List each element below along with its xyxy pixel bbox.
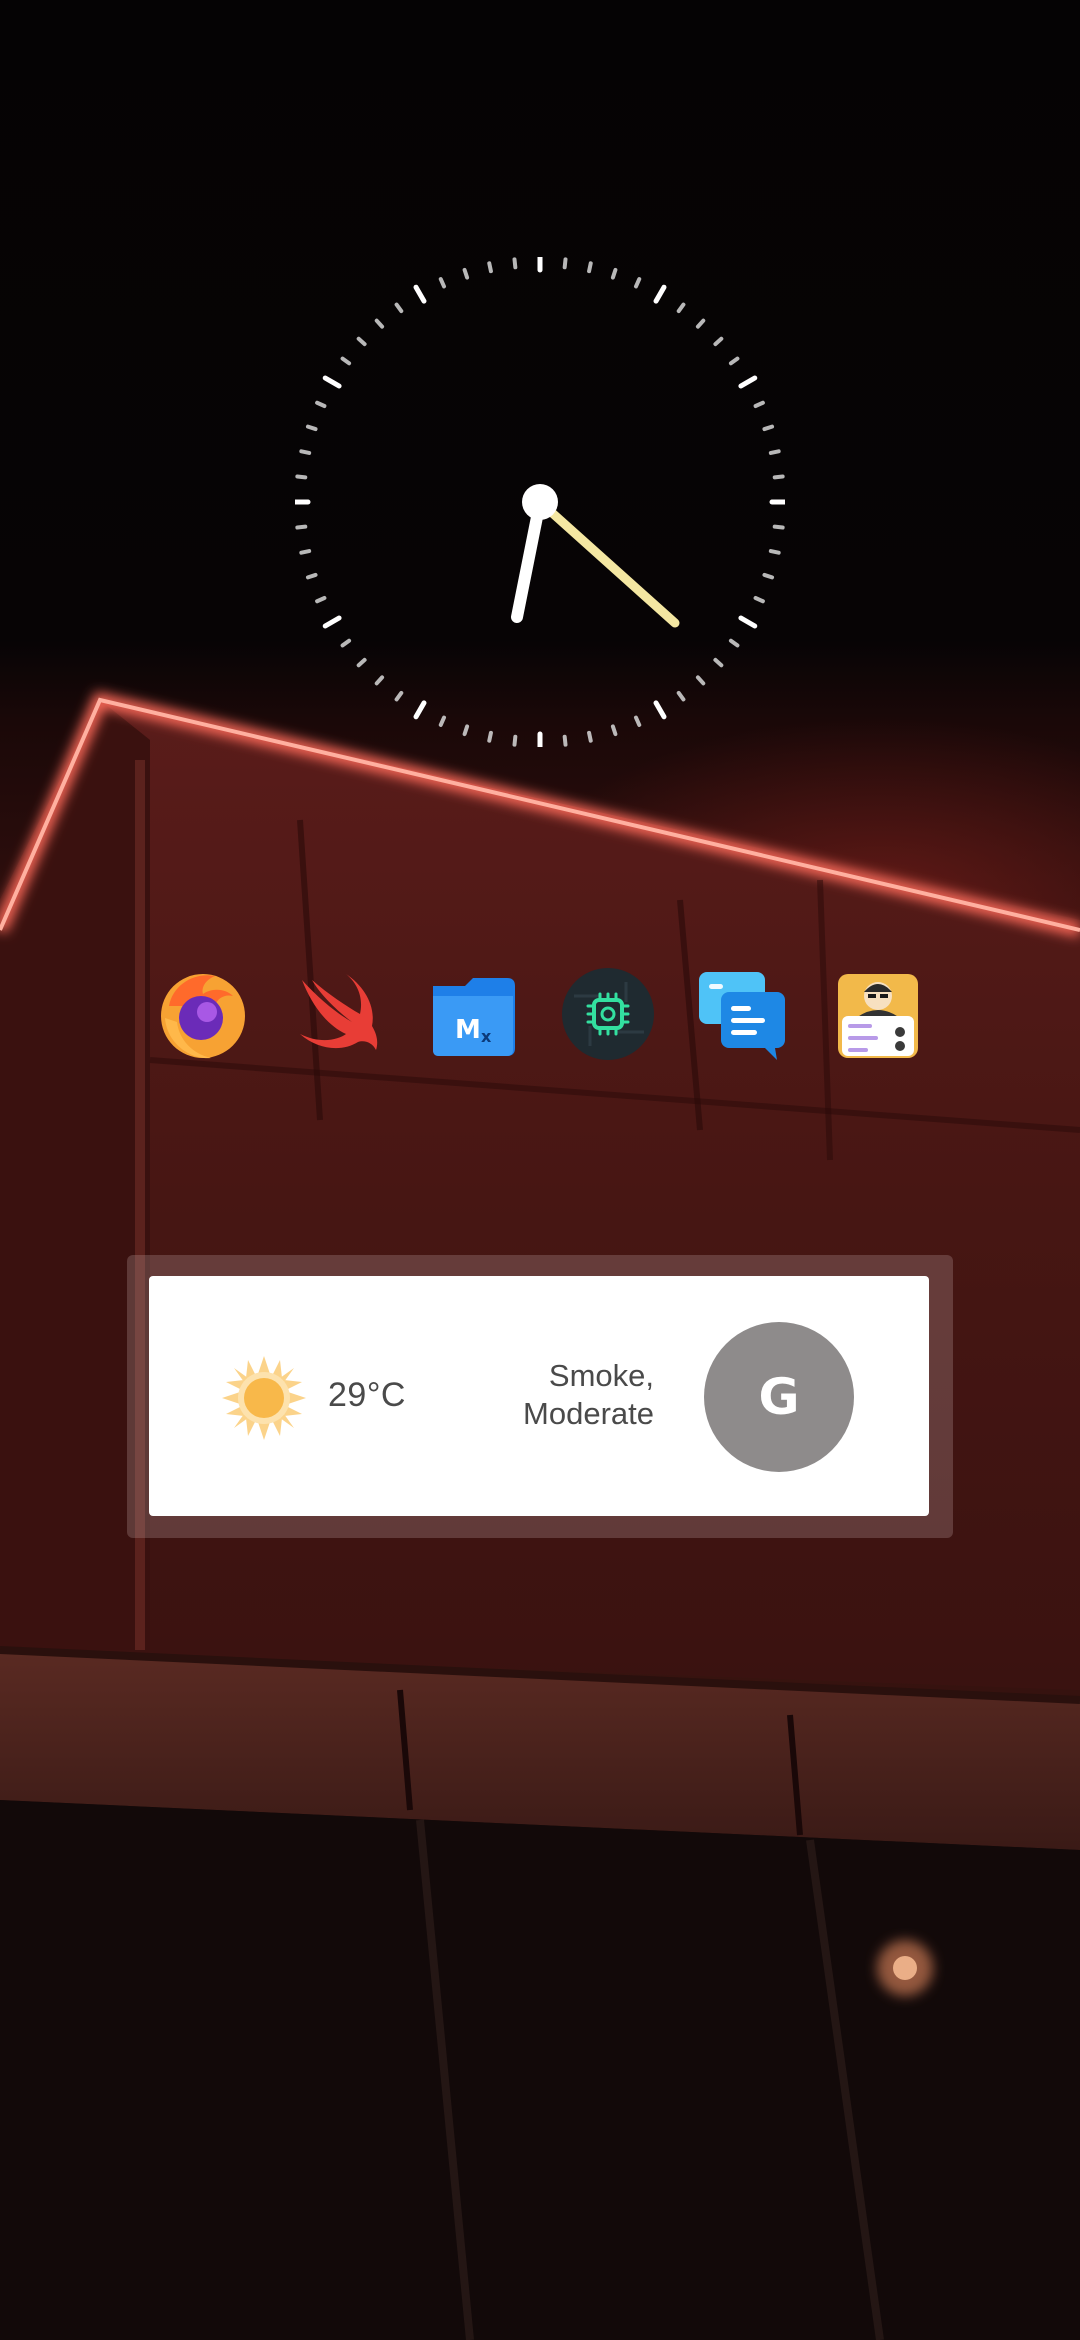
clock-minute-tick (305, 424, 318, 432)
clock-minute-tick (768, 449, 781, 455)
clock-minute-tick (462, 724, 470, 737)
analog-clock[interactable] (289, 251, 791, 753)
clock-minute-tick (394, 302, 404, 314)
clock-minute-hand (535, 497, 680, 628)
clock-minute-tick (633, 277, 642, 289)
clock-minute-tick (753, 595, 765, 604)
condition-line-1: Smoke, (548, 1358, 654, 1393)
firefox-nightly-icon[interactable] (155, 966, 251, 1062)
profile-checklist-icon[interactable] (830, 966, 926, 1062)
clock-minute-tick (340, 638, 352, 648)
clock-minute-tick (512, 257, 518, 270)
clock-hour-tick (322, 375, 342, 389)
clock-minute-tick (374, 318, 385, 329)
clock-minute-tick (728, 638, 740, 648)
clock-minute-tick (676, 302, 686, 314)
clock-minute-tick (610, 724, 618, 737)
clock-minute-tick (713, 336, 724, 347)
clock-minute-tick (356, 336, 367, 347)
clock-face (289, 251, 791, 753)
sun-icon (222, 1356, 306, 1440)
clock-minute-tick (695, 675, 706, 686)
clock-minute-tick (587, 261, 593, 274)
svg-text:x: x (481, 1027, 492, 1046)
chat-bubbles-icon[interactable] (695, 966, 791, 1062)
air-quality-label: Smoke, Moderate (414, 1357, 654, 1433)
clock-minute-tick (753, 400, 765, 409)
clock-minute-tick (487, 730, 493, 743)
clock-minute-tick (487, 261, 493, 274)
clock-minute-tick (562, 734, 568, 747)
clock-minute-tick (695, 318, 706, 329)
google-search-button[interactable]: G (704, 1322, 854, 1472)
clock-minute-tick (438, 715, 447, 727)
clock-minute-tick (315, 595, 327, 604)
clock-minute-tick (772, 524, 785, 530)
clock-minute-tick (762, 424, 775, 432)
clock-minute-tick (633, 715, 642, 727)
clock-minute-tick (394, 690, 404, 702)
clock-minute-tick (676, 690, 686, 702)
clock-minute-tick (772, 474, 785, 480)
clock-hour-tick (322, 615, 342, 629)
clock-minute-tick (315, 400, 327, 409)
temperature-label: 29°C (328, 1376, 406, 1414)
chip-icon[interactable] (560, 966, 656, 1062)
clock-minute-tick (728, 356, 740, 366)
clock-minute-tick (768, 549, 781, 555)
swift-icon[interactable] (290, 966, 386, 1062)
clock-minute-tick (295, 474, 308, 480)
clock-minute-tick (438, 277, 447, 289)
app-row: M x (0, 966, 1080, 1072)
clock-minute-tick (713, 657, 724, 668)
clock-minute-tick (299, 449, 312, 455)
clock-minute-tick (562, 257, 568, 270)
clock-minute-tick (462, 267, 470, 280)
clock-minute-tick (356, 657, 367, 668)
clock-hour-tick (653, 700, 667, 720)
clock-minute-tick (610, 267, 618, 280)
clock-hour-tick (413, 284, 427, 304)
condition-line-2: Moderate (523, 1396, 654, 1431)
clock-minute-tick (340, 356, 352, 366)
clock-hour-tick (738, 375, 758, 389)
clock-hour-tick (653, 284, 667, 304)
google-g-icon: G (758, 1368, 800, 1426)
clock-minute-tick (587, 730, 593, 743)
clock-minute-tick (305, 572, 318, 580)
clock-minute-tick (299, 549, 312, 555)
clock-minute-tick (762, 572, 775, 580)
clock-hour-tick (413, 700, 427, 720)
folder-icon[interactable]: M x (425, 966, 521, 1062)
clock-minute-tick (374, 675, 385, 686)
clock-minute-tick (295, 524, 308, 530)
clock-hour-tick (738, 615, 758, 629)
clock-center-cap (522, 484, 558, 520)
clock-minute-tick (512, 734, 518, 747)
svg-text:M: M (455, 1015, 481, 1045)
